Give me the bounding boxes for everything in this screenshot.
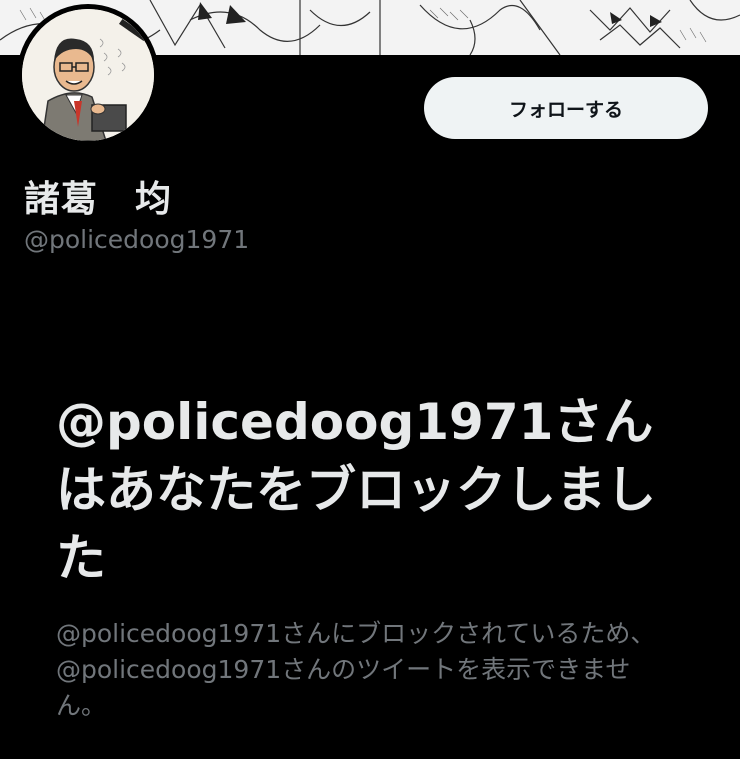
profile-handle: @policedoog1971 [24,225,250,254]
cartoon-avatar-image [22,9,154,141]
display-name: 諸葛 均 [24,179,173,220]
blocked-message-description: @policedoog1971さんにブロックされているため、@policedoo… [56,619,656,720]
avatar[interactable] [17,4,159,146]
blocked-message-title: @policedoog1971さんはあなたをブロックしました [56,393,656,587]
follow-button[interactable]: フォローする [424,77,708,139]
